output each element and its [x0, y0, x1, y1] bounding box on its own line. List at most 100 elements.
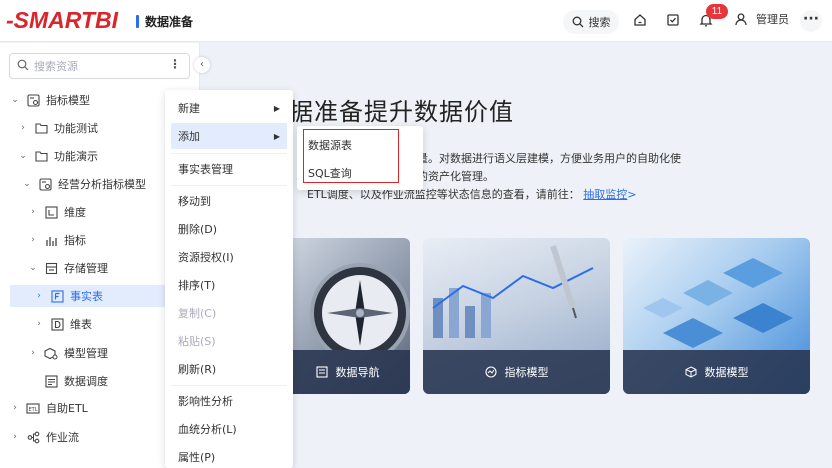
card-caption-bar: 数据模型 [623, 350, 810, 394]
menu-item-impact-analysis[interactable]: 影响性分析 [165, 388, 293, 414]
collapse-sidebar-button[interactable]: ‹ [194, 57, 210, 73]
menu-item-lineage-analysis[interactable]: 血统分析(L) [165, 416, 293, 442]
tree-item-label: 自助ETL [46, 402, 88, 415]
menu-item-copy[interactable]: 复制(C) [165, 300, 293, 326]
top-header: -SMARTBI 数据准备 搜索 11 管理员 ··· [0, 0, 832, 42]
menu-item-label: 属性(P) [178, 451, 216, 464]
dimension-icon [44, 205, 58, 219]
menu-item-label: 资源授权(I) [178, 251, 234, 264]
chevron-right-icon[interactable]: › [10, 432, 20, 442]
user-icon [735, 13, 747, 26]
chevron-down-icon[interactable]: ⌄ [28, 263, 38, 273]
cube-gear-icon [44, 346, 58, 360]
user-menu[interactable]: 管理员 [734, 11, 789, 27]
link-arrow-icon[interactable]: > [627, 188, 636, 201]
tree-item-label: 事实表 [70, 290, 103, 303]
dimension-table-icon [50, 317, 64, 331]
chevron-down-icon[interactable]: ⌄ [10, 95, 20, 105]
search-placeholder: 搜索资源 [34, 60, 78, 73]
menu-divider [171, 153, 287, 154]
extract-monitor-link[interactable]: 抽取监控 [583, 188, 627, 201]
submenu-item-datasource-table[interactable]: 数据源表 [308, 137, 352, 153]
chevron-right-icon[interactable]: › [34, 291, 44, 301]
model-icon [38, 177, 52, 191]
tree-item-data-schedule[interactable]: 数据调度 [44, 370, 108, 392]
etl-icon: ETL [26, 401, 40, 415]
card-data-navigation[interactable]: 数据导航 [285, 238, 410, 394]
submenu-item-sql-query[interactable]: SQL查询 [308, 165, 352, 181]
analysis-chart-image [432, 245, 594, 338]
resource-search-input[interactable]: 搜索资源 ⋮ [9, 53, 190, 79]
kebab-menu-icon[interactable]: ⋮ [169, 57, 181, 71]
tree-item-metric[interactable]: › 指标 [28, 229, 86, 251]
chevron-right-icon[interactable]: › [28, 348, 38, 358]
card-indicator-model[interactable]: 指标模型 [423, 238, 610, 394]
card-caption-bar: 指标模型 [423, 350, 610, 394]
tree-item-job-flow[interactable]: › 作业流 [10, 426, 79, 448]
menu-item-fact-table-manage[interactable]: 事实表管理 [165, 156, 293, 182]
menu-item-label: 移动到 [178, 195, 211, 208]
data-cubes-image [643, 258, 793, 348]
tree-item-label: 指标模型 [46, 94, 90, 107]
storage-icon [44, 261, 58, 275]
chevron-right-icon[interactable]: › [28, 207, 38, 217]
smartbi-logo[interactable]: -SMARTBI [6, 7, 118, 34]
tasks-icon[interactable] [665, 12, 681, 28]
menu-item-add[interactable]: 添加 ▶ [171, 123, 287, 149]
card-data-model[interactable]: 数据模型 [623, 238, 810, 394]
home-icon[interactable] [632, 12, 648, 28]
menu-item-properties[interactable]: 属性(P) [165, 444, 293, 468]
tree-item-dimension-table[interactable]: › 维表 [34, 313, 92, 335]
user-name: 管理员 [756, 13, 789, 26]
tree-item-business-analysis-model[interactable]: ⌄ 经营分析指标模型 [22, 173, 146, 195]
fact-table-icon [50, 289, 64, 303]
chevron-right-icon[interactable]: › [10, 403, 20, 413]
menu-item-move-to[interactable]: 移动到 [165, 188, 293, 214]
chevron-down-icon[interactable]: ⌄ [22, 179, 32, 189]
menu-item-label: 复制(C) [178, 307, 217, 320]
tree-item-self-service-etl[interactable]: › ETL 自助ETL [10, 397, 88, 419]
search-label: 搜索 [588, 16, 611, 29]
global-search-button[interactable]: 搜索 [563, 10, 619, 34]
hero-title: 据准备提升数据价值 [289, 98, 514, 126]
menu-item-paste[interactable]: 粘贴(S) [165, 328, 293, 354]
tree-item-label: 功能演示 [54, 150, 98, 163]
card-label: 数据模型 [704, 366, 749, 379]
menu-item-label: 粘贴(S) [178, 335, 216, 348]
menu-item-refresh[interactable]: 刷新(R) [165, 356, 293, 382]
menu-item-delete[interactable]: 删除(D) [165, 216, 293, 242]
card-caption-bar: 数据导航 [285, 350, 410, 394]
tree-item-label: 模型管理 [64, 347, 108, 360]
module-accent-bar [136, 15, 139, 28]
model-icon [26, 93, 40, 107]
submenu-arrow-icon: ▶ [273, 103, 280, 113]
menu-item-new[interactable]: 新建 ▶ [165, 95, 293, 121]
compass-image [310, 263, 410, 350]
submenu-arrow-icon: ▶ [273, 131, 280, 141]
indicator-icon [484, 366, 497, 378]
tree-item-storage-management[interactable]: ⌄ 存储管理 [28, 257, 108, 279]
menu-item-label: 排序(T) [178, 279, 216, 292]
notification-badge: 11 [706, 4, 728, 19]
tree-item-fact-table[interactable]: › 事实表 [10, 285, 165, 307]
menu-item-resource-auth[interactable]: 资源授权(I) [165, 244, 293, 270]
tree-item-function-demo[interactable]: ⌄ 功能演示 [18, 145, 98, 167]
chevron-right-icon[interactable]: › [28, 235, 38, 245]
more-button[interactable]: ··· [800, 10, 822, 32]
menu-item-label: 事实表管理 [178, 163, 233, 176]
card-label: 指标模型 [504, 366, 549, 379]
menu-item-label: 添加 [178, 130, 200, 143]
menu-item-sort[interactable]: 排序(T) [165, 272, 293, 298]
menu-item-label: 影响性分析 [178, 395, 233, 408]
tree-item-function-test[interactable]: › 功能测试 [18, 117, 98, 139]
chevron-right-icon[interactable]: › [34, 319, 44, 329]
navigation-icon [315, 366, 328, 378]
tree-item-dimension[interactable]: › 维度 [28, 201, 86, 223]
tree-item-indicator-model[interactable]: ⌄ 指标模型 [10, 89, 90, 111]
chevron-down-icon[interactable]: ⌄ [18, 151, 28, 161]
tree-item-model-management[interactable]: › 模型管理 [28, 342, 108, 364]
menu-item-label: 新建 [178, 102, 200, 115]
menu-item-label: 血统分析(L) [178, 423, 237, 436]
svg-text:ETL: ETL [29, 407, 38, 413]
chevron-right-icon[interactable]: › [18, 123, 28, 133]
